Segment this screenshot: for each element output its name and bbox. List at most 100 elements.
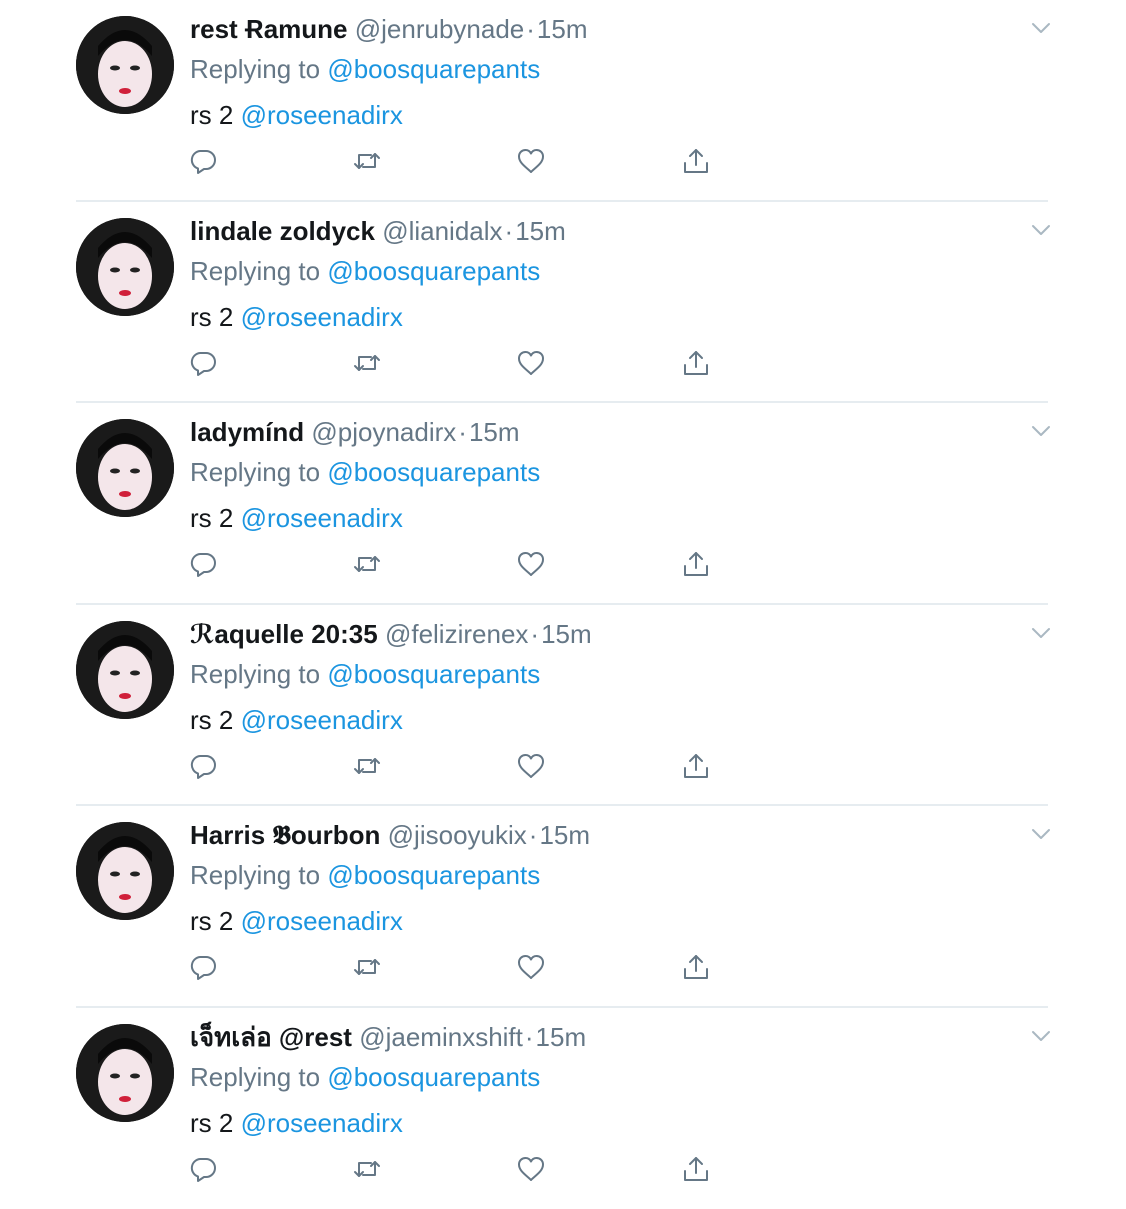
- like-button[interactable]: [516, 146, 546, 176]
- retweet-icon: [352, 146, 382, 176]
- chevron-down-icon[interactable]: [1030, 20, 1052, 36]
- tweet-mention[interactable]: @roseenadirx: [241, 906, 403, 936]
- reply-button[interactable]: [188, 1154, 218, 1184]
- timestamp[interactable]: 15m: [515, 216, 566, 246]
- retweet-button[interactable]: [352, 952, 382, 982]
- reply-button[interactable]: [188, 549, 218, 579]
- timestamp[interactable]: 15m: [469, 417, 520, 447]
- share-button[interactable]: [681, 146, 711, 176]
- tweet-mention[interactable]: @roseenadirx: [241, 1108, 403, 1138]
- display-name[interactable]: lindale zoldyck: [190, 216, 375, 246]
- retweet-button[interactable]: [352, 549, 382, 579]
- heart-icon: [516, 1154, 546, 1184]
- replying-to-label: Replying to: [190, 54, 320, 84]
- share-button[interactable]: [681, 348, 711, 378]
- display-name[interactable]: Harris 𝕭ourbon: [190, 820, 380, 850]
- avatar[interactable]: [76, 1024, 174, 1122]
- timestamp[interactable]: 15m: [536, 1022, 587, 1052]
- chevron-down-icon[interactable]: [1030, 222, 1052, 238]
- user-handle[interactable]: @felizirenex: [385, 619, 528, 649]
- share-button[interactable]: [681, 952, 711, 982]
- avatar[interactable]: [76, 621, 174, 719]
- user-handle[interactable]: @jisooyukix: [388, 820, 527, 850]
- share-button[interactable]: [681, 1154, 711, 1184]
- separator-dot: ·: [458, 417, 467, 447]
- replying-to: Replying to @boosquarepants: [190, 254, 540, 288]
- reply-icon: [188, 952, 218, 982]
- tweet-feed: rest Ɍamune @jenrubynade·15m Replying to…: [0, 0, 1126, 1209]
- timestamp[interactable]: 15m: [539, 820, 590, 850]
- chevron-down-icon[interactable]: [1030, 1028, 1052, 1044]
- share-button[interactable]: [681, 549, 711, 579]
- separator-dot: ·: [530, 619, 539, 649]
- user-handle[interactable]: @jaeminxshift: [359, 1022, 523, 1052]
- tweet[interactable]: เจ็ทเล่อ @rest @jaeminxshift·15m Replyin…: [0, 1008, 1126, 1209]
- replying-to-mention[interactable]: @boosquarepants: [327, 659, 540, 689]
- replying-to-mention[interactable]: @boosquarepants: [327, 1062, 540, 1092]
- display-name[interactable]: ℛaquelle 20:35: [190, 619, 378, 649]
- like-button[interactable]: [516, 751, 546, 781]
- like-button[interactable]: [516, 1154, 546, 1184]
- replying-to: Replying to @boosquarepants: [190, 858, 540, 892]
- tweet-text-content: rs 2: [190, 906, 233, 936]
- tweet-mention[interactable]: @roseenadirx: [241, 705, 403, 735]
- tweet[interactable]: ladymínd @pjoynadirx·15m Replying to @bo…: [0, 403, 1126, 605]
- replying-to-label: Replying to: [190, 659, 320, 689]
- avatar[interactable]: [76, 218, 174, 316]
- retweet-button[interactable]: [352, 751, 382, 781]
- timestamp[interactable]: 15m: [537, 14, 588, 44]
- retweet-icon: [352, 549, 382, 579]
- replying-to-mention[interactable]: @boosquarepants: [327, 457, 540, 487]
- reply-button[interactable]: [188, 751, 218, 781]
- share-icon: [681, 348, 711, 378]
- avatar[interactable]: [76, 419, 174, 517]
- avatar[interactable]: [76, 822, 174, 920]
- tweet[interactable]: ℛaquelle 20:35 @felizirenex·15m Replying…: [0, 605, 1126, 807]
- avatar-image: [76, 419, 174, 517]
- retweet-button[interactable]: [352, 348, 382, 378]
- retweet-button[interactable]: [352, 146, 382, 176]
- display-name[interactable]: เจ็ทเล่อ @rest: [190, 1022, 352, 1052]
- tweet-text: rs 2 @roseenadirx: [190, 1106, 403, 1140]
- chevron-down-icon[interactable]: [1030, 826, 1052, 842]
- replying-to-mention[interactable]: @boosquarepants: [327, 256, 540, 286]
- tweet[interactable]: Harris 𝕭ourbon @jisooyukix·15m Replying …: [0, 806, 1126, 1008]
- tweet-mention[interactable]: @roseenadirx: [241, 100, 403, 130]
- retweet-button[interactable]: [352, 1154, 382, 1184]
- tweet-text: rs 2 @roseenadirx: [190, 501, 403, 535]
- reply-button[interactable]: [188, 348, 218, 378]
- chevron-down-icon[interactable]: [1030, 423, 1052, 439]
- display-name[interactable]: ladymínd: [190, 417, 304, 447]
- tweet-header: ladymínd @pjoynadirx·15m: [190, 415, 520, 449]
- replying-to-label: Replying to: [190, 860, 320, 890]
- share-button[interactable]: [681, 751, 711, 781]
- tweet-header: เจ็ทเล่อ @rest @jaeminxshift·15m: [190, 1020, 586, 1054]
- tweet-mention[interactable]: @roseenadirx: [241, 302, 403, 332]
- retweet-icon: [352, 952, 382, 982]
- replying-to-mention[interactable]: @boosquarepants: [327, 860, 540, 890]
- retweet-icon: [352, 1154, 382, 1184]
- chevron-down-icon[interactable]: [1030, 625, 1052, 641]
- like-button[interactable]: [516, 348, 546, 378]
- user-handle[interactable]: @jenrubynade: [355, 14, 525, 44]
- tweet[interactable]: rest Ɍamune @jenrubynade·15m Replying to…: [0, 0, 1126, 202]
- like-button[interactable]: [516, 549, 546, 579]
- avatar[interactable]: [76, 16, 174, 114]
- like-button[interactable]: [516, 952, 546, 982]
- tweet-mention[interactable]: @roseenadirx: [241, 503, 403, 533]
- timestamp[interactable]: 15m: [541, 619, 592, 649]
- tweet[interactable]: lindale zoldyck @lianidalx·15m Replying …: [0, 202, 1126, 404]
- share-icon: [681, 1154, 711, 1184]
- reply-button[interactable]: [188, 146, 218, 176]
- replying-to-mention[interactable]: @boosquarepants: [327, 54, 540, 84]
- tweet-text-content: rs 2: [190, 503, 233, 533]
- user-handle[interactable]: @lianidalx: [382, 216, 502, 246]
- reply-button[interactable]: [188, 952, 218, 982]
- display-name[interactable]: rest Ɍamune: [190, 14, 348, 44]
- reply-icon: [188, 348, 218, 378]
- replying-to: Replying to @boosquarepants: [190, 657, 540, 691]
- separator-dot: ·: [529, 820, 538, 850]
- replying-to-label: Replying to: [190, 256, 320, 286]
- user-handle[interactable]: @pjoynadirx: [311, 417, 456, 447]
- heart-icon: [516, 348, 546, 378]
